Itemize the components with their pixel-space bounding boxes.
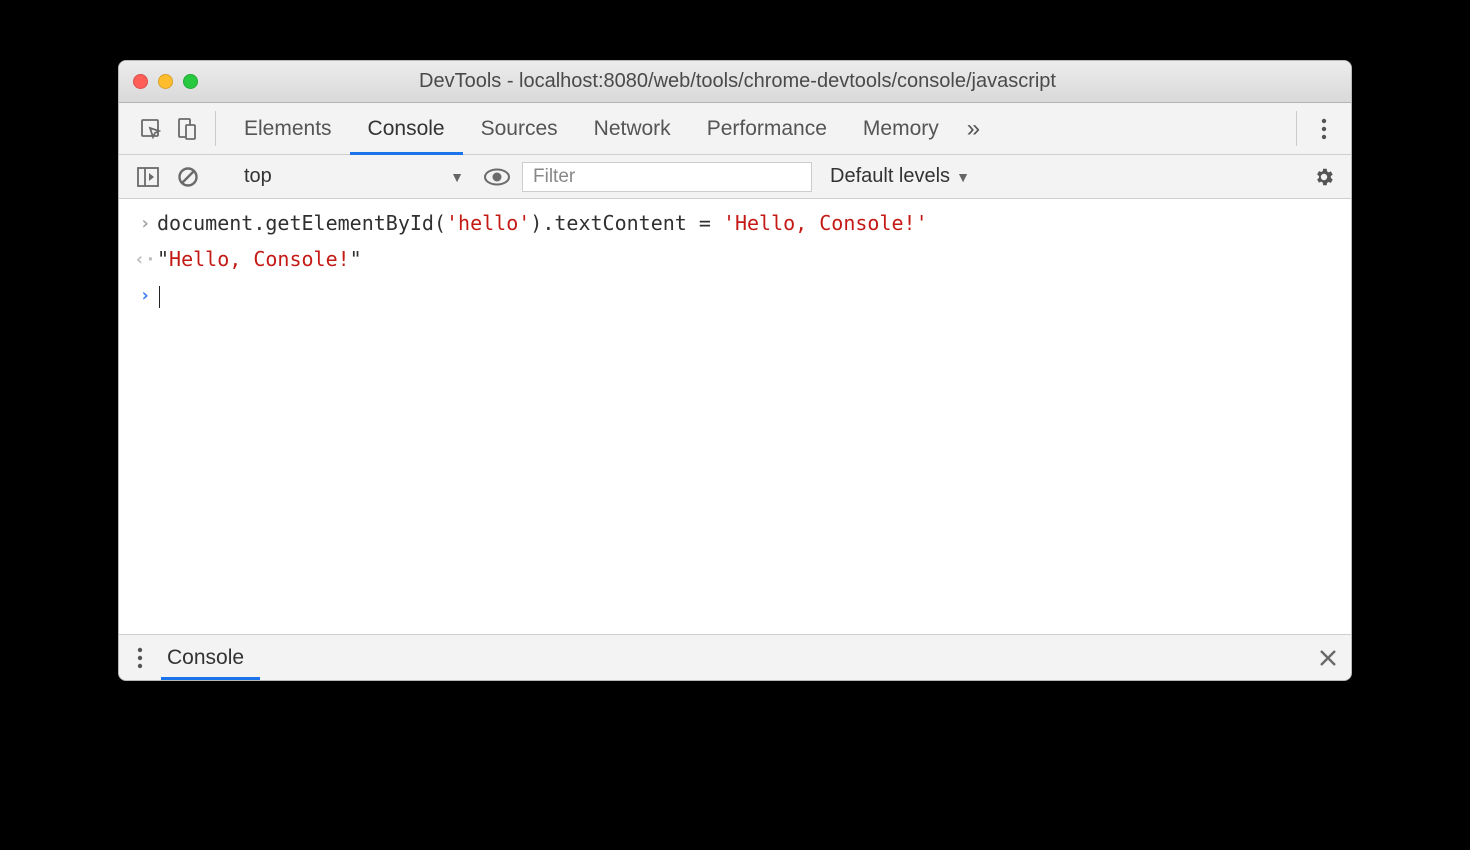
console-output[interactable]: › document.getElementById('hello').textC… xyxy=(119,199,1351,634)
output-arrow-icon: ‹· xyxy=(133,244,157,273)
inspect-element-icon[interactable] xyxy=(133,103,169,154)
console-output-row: ‹· "Hello, Console!" xyxy=(119,241,1351,277)
tab-label: Performance xyxy=(707,117,827,141)
tab-label: Network xyxy=(594,117,671,141)
tabs-overflow-button[interactable]: » xyxy=(957,103,990,154)
console-prompt[interactable] xyxy=(157,280,160,310)
tab-memory[interactable]: Memory xyxy=(845,103,957,154)
log-levels-selector[interactable]: Default levels ▼ xyxy=(822,165,978,188)
drawer-tab-label: Console xyxy=(167,646,244,670)
live-expression-icon[interactable] xyxy=(482,162,512,192)
chevron-down-icon: ▼ xyxy=(956,169,970,185)
levels-label: Default levels xyxy=(830,165,950,188)
tab-sources[interactable]: Sources xyxy=(463,103,576,154)
chevron-down-icon: ▼ xyxy=(450,169,464,185)
console-prompt-row[interactable]: › xyxy=(119,277,1351,313)
drawer-tab-console[interactable]: Console xyxy=(161,635,260,680)
context-label: top xyxy=(244,165,272,188)
device-toolbar-icon[interactable] xyxy=(169,103,205,154)
tab-network[interactable]: Network xyxy=(576,103,689,154)
tab-elements[interactable]: Elements xyxy=(226,103,350,154)
clear-console-icon[interactable] xyxy=(173,162,203,192)
drawer-close-button[interactable] xyxy=(1305,635,1351,680)
tab-console[interactable]: Console xyxy=(350,103,463,154)
tab-label: Console xyxy=(368,117,445,141)
drawer: Console xyxy=(119,634,1351,680)
titlebar: DevTools - localhost:8080/web/tools/chro… xyxy=(119,61,1351,103)
tab-label: Memory xyxy=(863,117,939,141)
prompt-arrow-icon: › xyxy=(133,280,157,309)
tabs-bar: Elements Console Sources Network Perform… xyxy=(119,103,1351,155)
console-settings-icon[interactable] xyxy=(1307,166,1341,188)
context-selector[interactable]: top ▼ xyxy=(232,161,472,193)
tab-performance[interactable]: Performance xyxy=(689,103,845,154)
sidebar-toggle-icon[interactable] xyxy=(133,162,163,192)
window-title: DevTools - localhost:8080/web/tools/chro… xyxy=(138,70,1337,93)
more-options-button[interactable] xyxy=(1307,103,1341,154)
console-input-row: › document.getElementById('hello').textC… xyxy=(119,205,1351,241)
overflow-label: » xyxy=(967,115,980,143)
console-toolbar: top ▼ Default levels ▼ xyxy=(119,155,1351,199)
text-cursor xyxy=(159,286,160,308)
input-arrow-icon: › xyxy=(133,208,157,237)
console-result: "Hello, Console!" xyxy=(157,244,362,274)
console-code: document.getElementById('hello').textCon… xyxy=(157,208,928,238)
drawer-menu-button[interactable] xyxy=(119,635,161,680)
filter-input[interactable] xyxy=(522,162,812,192)
tab-label: Sources xyxy=(481,117,558,141)
divider xyxy=(215,111,216,146)
tab-label: Elements xyxy=(244,117,332,141)
devtools-window: DevTools - localhost:8080/web/tools/chro… xyxy=(118,60,1352,681)
divider xyxy=(1296,111,1297,146)
